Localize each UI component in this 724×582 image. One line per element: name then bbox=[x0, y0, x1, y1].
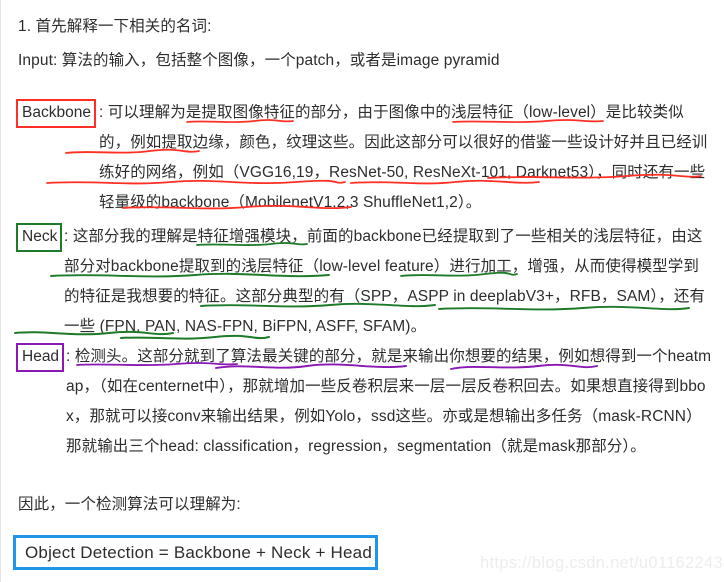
neck-paragraph: : 这部分我的理解是特征增强模块，前面的backbone已经提取到了一些相关的浅… bbox=[64, 228, 706, 335]
article-body: 1. 首先解释一下相关的名词: Input: 算法的输入，包括整个图像，一个pa… bbox=[0, 0, 724, 582]
head-paragraph: : 检测头。这部分就到了算法最关键的部分，就是来输出你想要的结果，例如想得到一个… bbox=[66, 348, 712, 455]
input-definition-line: Input: 算法的输入，包括整个图像，一个patch，或者是image pyr… bbox=[18, 52, 500, 69]
numbered-heading: 1. 首先解释一下相关的名词: bbox=[18, 18, 212, 35]
conclusion-lead-in: 因此，一个检测算法可以理解为: bbox=[18, 496, 241, 513]
object-detection-formula-box: Object Detection = Backbone + Neck + Hea… bbox=[13, 535, 378, 570]
backbone-paragraph: : 可以理解为是提取图像特征的部分，由于图像中的浅层特征（low-level）是… bbox=[99, 104, 708, 211]
backbone-keyword-chip: Backbone bbox=[16, 99, 96, 128]
head-keyword-chip: Head bbox=[16, 343, 65, 372]
csdn-watermark: https://blog.csdn.net/u011622434 bbox=[480, 554, 724, 572]
object-detection-formula-text: Object Detection = Backbone + Neck + Hea… bbox=[25, 542, 372, 562]
neck-keyword-chip: Neck bbox=[16, 223, 63, 252]
